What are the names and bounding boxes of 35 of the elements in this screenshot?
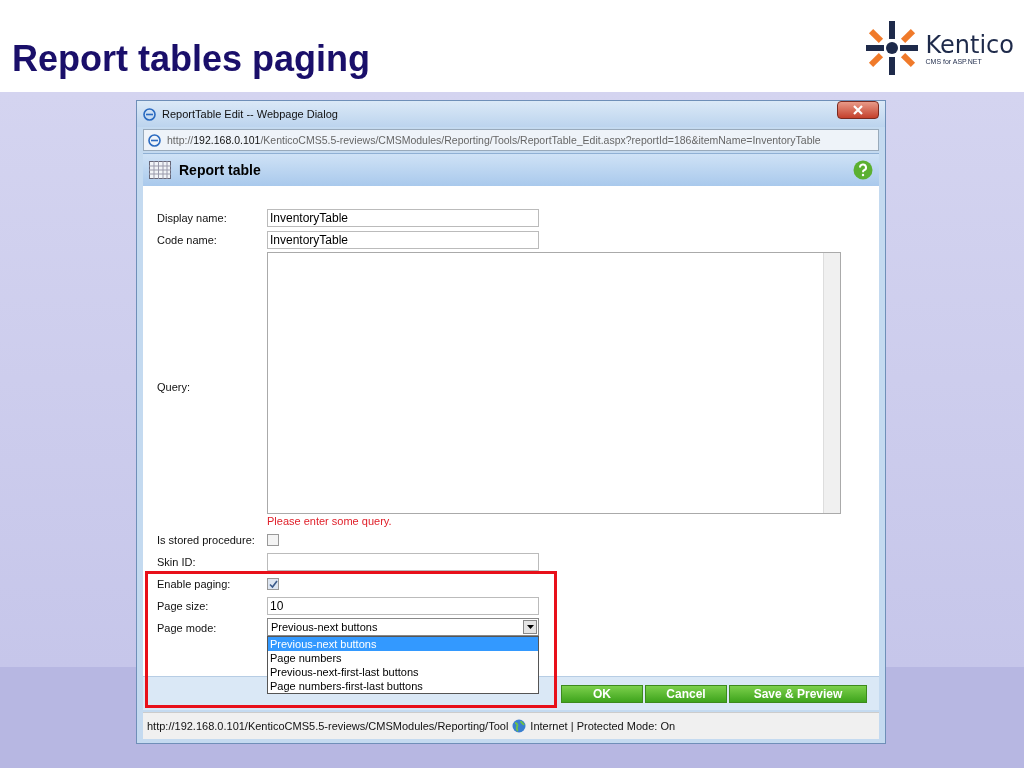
field-label: Display name: [157,211,228,226]
slide-title: Report tables paging [12,38,371,80]
text-field[interactable]: 10 [267,597,539,615]
query-field[interactable] [267,252,841,514]
text-field[interactable]: InventoryTable [267,209,539,227]
window-title: ReportTable Edit -- Webpage Dialog [162,108,339,120]
status-url: http://192.168.0.101/KenticoCMS5.5-reviews/CMSModules/Reporting/Tool [147,720,509,732]
field-label: Page mode: [157,621,218,636]
scrollbar[interactable] [823,253,840,513]
url-text: http://192.168.0.101/KenticoCMS5.5-reviews/CMSModules/Reporting/Tools/ReportTable_Edit.aspx?reportId=186&itemName=InventoryTable [167,134,821,146]
field-label: Code name: [157,233,218,248]
field-label: Skin ID: [157,555,197,570]
dropdown-option[interactable]: Page numbers [268,651,538,665]
dropdown-option[interactable]: Page numbers-first-last buttons [268,679,538,693]
section-title: Report table [179,162,262,178]
checkbox[interactable] [267,534,279,546]
status-zone: Internet | Protected Mode: On [530,720,676,732]
field-label: Page size: [157,599,210,614]
text-field[interactable] [267,553,539,571]
help-icon[interactable] [853,160,873,180]
logo-icon [865,21,918,75]
field-label: Is stored procedure: [157,533,256,548]
error-message: Please enter some query. [267,514,393,528]
close-button[interactable] [837,101,879,119]
table-icon [149,161,171,179]
checkbox[interactable] [267,578,279,590]
logo-wordmark: Kentico [925,31,1014,58]
field-label: Enable paging: [157,577,232,592]
close-icon [853,105,863,115]
field-label: Query: [157,380,191,395]
text-field[interactable]: InventoryTable [267,231,539,249]
dropdown-option[interactable]: Previous-next-first-last buttons [268,665,538,679]
dropdown[interactable]: Previous-next buttons [267,618,539,636]
caret-icon [523,620,537,634]
globe-icon [512,719,527,733]
